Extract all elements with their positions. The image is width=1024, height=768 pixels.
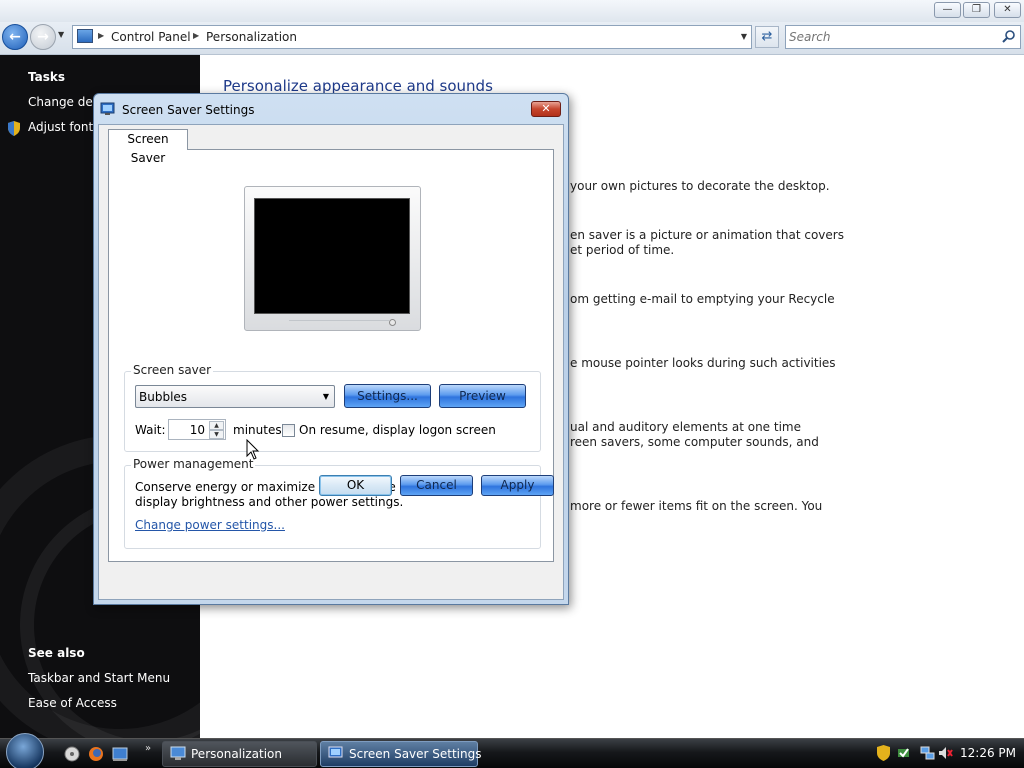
restore-button[interactable]: ❐ [963, 2, 990, 18]
stepper-up-icon[interactable]: ▲ [209, 421, 224, 430]
screen-saver-icon [328, 746, 343, 758]
recent-pages-dropdown-icon[interactable]: ▼ [58, 30, 64, 39]
search-icon[interactable] [1002, 29, 1016, 43]
network-icon[interactable] [920, 745, 935, 761]
see-also-taskbar-start-menu[interactable]: Taskbar and Start Menu [28, 671, 170, 685]
breadcrumb-personalization[interactable]: Personalization [206, 30, 297, 44]
resume-logon-checkbox[interactable] [282, 424, 295, 437]
taskbar-item-personalization[interactable]: Personalization [162, 741, 317, 767]
ok-button[interactable]: OK [319, 475, 392, 496]
dialog-close-button[interactable]: ✕ [531, 101, 561, 117]
window-titlebar: — ❐ ✕ [0, 0, 1024, 22]
monitor-bezel-line [289, 320, 389, 326]
screen-saver-description-line2: et period of time. [570, 243, 675, 257]
power-management-group-label: Power management [131, 457, 256, 471]
wait-minutes-stepper[interactable]: 10 ▲ ▼ [168, 419, 226, 440]
uac-shield-icon [8, 121, 20, 136]
selected-screen-saver: Bubbles [139, 390, 188, 404]
change-power-settings-link[interactable]: Change power settings... [135, 518, 285, 532]
address-toolbar: ← → ▼ ▶ Control Panel ▶ Personalization … [0, 22, 1024, 55]
media-player-icon[interactable] [64, 746, 80, 762]
minimize-button[interactable]: — [934, 2, 961, 18]
preview-screen [254, 198, 410, 314]
stepper-down-icon[interactable]: ▼ [209, 430, 224, 439]
wait-label: Wait: [135, 423, 166, 437]
task-adjust-font-size[interactable]: Adjust font s [28, 120, 103, 134]
tab-panel: Screen saver Bubbles ▼ Settings... Previ… [108, 149, 554, 562]
back-button[interactable]: ← [2, 24, 28, 50]
screen-saver-group-label: Screen saver [131, 363, 214, 377]
breadcrumb-control-panel[interactable]: Control Panel [111, 30, 191, 44]
screen-saver-description: en saver is a picture or animation that … [570, 228, 844, 242]
safely-remove-hardware-icon[interactable] [896, 745, 911, 761]
taskbar-item-label: Personalization [191, 747, 282, 761]
power-led-icon [389, 319, 396, 326]
search-box[interactable] [785, 25, 1021, 49]
dialog-title: Screen Saver Settings [122, 103, 255, 117]
show-desktop-icon[interactable] [112, 746, 128, 762]
sounds-description: om getting e-mail to emptying your Recyc… [570, 292, 835, 306]
security-shield-icon[interactable] [876, 745, 891, 761]
screen-saver-group: Screen saver Bubbles ▼ Settings... Previ… [124, 363, 541, 452]
see-also-ease-of-access[interactable]: Ease of Access [28, 696, 117, 710]
tasks-heading: Tasks [28, 70, 66, 84]
settings-button[interactable]: Settings... [344, 384, 431, 408]
mouse-pointers-description: e mouse pointer looks during such activi… [570, 356, 836, 370]
wait-minutes-value[interactable]: 10 [190, 423, 205, 437]
search-input[interactable] [789, 28, 989, 46]
monitor-preview [244, 186, 421, 331]
mouse-cursor-icon [246, 439, 260, 460]
theme-description: ual and auditory elements at one time [570, 420, 801, 434]
address-field[interactable]: ▶ Control Panel ▶ Personalization ▼ [72, 25, 752, 49]
address-dropdown-icon[interactable]: ▼ [741, 32, 747, 41]
breadcrumb-separator-icon[interactable]: ▶ [98, 31, 104, 40]
breadcrumb-separator-icon[interactable]: ▶ [193, 31, 199, 40]
desktop-background-description: your own pictures to decorate the deskto… [570, 179, 830, 193]
screen-saver-settings-dialog: Screen Saver Settings ✕ Screen Saver Scr… [93, 93, 569, 605]
apply-button[interactable]: Apply [481, 475, 554, 496]
taskbar-item-screen-saver-settings[interactable]: Screen Saver Settings [320, 741, 482, 767]
chevron-down-icon: ▼ [322, 392, 329, 401]
taskbar-item-label: Screen Saver Settings [349, 747, 482, 761]
screen-saver-select[interactable]: Bubbles ▼ [135, 385, 335, 408]
quick-launch-more-icon[interactable]: » [145, 743, 151, 754]
notification-area: 12:26 PM [866, 739, 1024, 768]
clock[interactable]: 12:26 PM [960, 746, 1016, 760]
control-panel-icon [77, 29, 93, 43]
theme-description-line2: reen savers, some computer sounds, and [570, 435, 819, 449]
cancel-button[interactable]: Cancel [400, 475, 473, 496]
display-settings-description: more or fewer items fit on the screen. Y… [570, 499, 823, 513]
refresh-button[interactable]: ⇄ [755, 26, 779, 48]
dialog-body: Screen Saver Screen saver Bubbles ▼ Sett… [98, 124, 564, 600]
firefox-icon[interactable] [88, 746, 104, 762]
start-button[interactable] [6, 733, 44, 768]
forward-button[interactable]: → [30, 24, 56, 50]
volume-muted-icon[interactable] [938, 745, 953, 761]
tab-screen-saver[interactable]: Screen Saver [108, 129, 188, 165]
minutes-label: minutes [233, 423, 282, 437]
taskbar: » Personalization Screen Saver Settings … [0, 733, 1024, 768]
see-also-heading: See also [28, 646, 85, 660]
preview-button[interactable]: Preview [439, 384, 526, 408]
resume-logon-label[interactable]: On resume, display logon screen [299, 423, 496, 437]
control-panel-icon [170, 746, 186, 760]
close-window-button[interactable]: ✕ [994, 2, 1021, 18]
screen-saver-icon [100, 102, 115, 115]
